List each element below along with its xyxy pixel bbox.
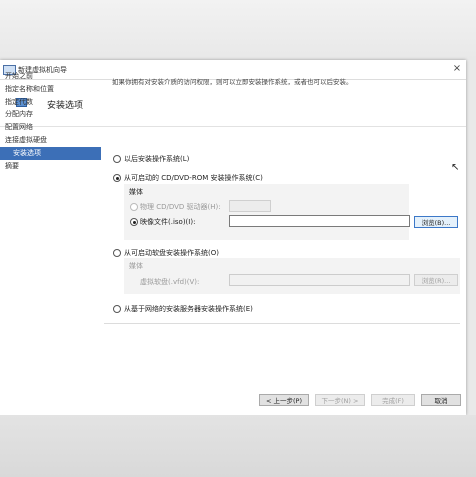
nav-item-summary[interactable]: 摘要	[0, 160, 101, 173]
image-file-label: 映像文件(.iso)(I):	[140, 218, 196, 226]
previous-button[interactable]: < 上一步(P)	[259, 394, 309, 406]
cancel-button[interactable]: 取消	[421, 394, 461, 406]
close-button[interactable]: ×	[450, 63, 464, 75]
cd-media-label: 媒体	[129, 188, 143, 196]
radio-physical-drive[interactable]	[130, 203, 138, 211]
next-button[interactable]: 下一步(N) >	[315, 394, 365, 406]
radio-image-file[interactable]	[130, 218, 138, 226]
mouse-cursor-icon: ↖	[451, 162, 460, 173]
nav-item-generation[interactable]: 指定代数	[0, 96, 101, 109]
nav-item-virtual-disk[interactable]: 连接虚拟硬盘	[0, 134, 101, 147]
radio-install-network[interactable]	[113, 305, 121, 313]
radio-install-cd[interactable]	[113, 174, 121, 182]
browse-iso-button[interactable]: 浏览(B)...	[414, 216, 458, 228]
vfd-input[interactable]	[229, 274, 410, 286]
radio-install-later[interactable]	[113, 155, 121, 163]
radio-install-floppy[interactable]	[113, 249, 121, 257]
browse-vfd-button[interactable]: 浏览(R)...	[414, 274, 458, 286]
wizard-nav: 开始之前 指定名称和位置 指定代数 分配内存 配置网络 连接虚拟硬盘 安装选项 …	[0, 70, 101, 172]
physical-drive-label: 物理 CD/DVD 驱动器(H):	[140, 203, 221, 211]
nav-item-memory[interactable]: 分配内存	[0, 108, 101, 121]
intro-text: 如果你拥有对安装介质的访问权限，则可以立即安装操作系统，或者也可以后安装。	[112, 78, 353, 86]
option-install-cd-label[interactable]: 从可启动的 CD/DVD-ROM 安装操作系统(C)	[124, 173, 263, 183]
nav-item-before-you-begin[interactable]: 开始之前	[0, 70, 101, 83]
option-install-later-label[interactable]: 以后安装操作系统(L)	[124, 154, 189, 164]
physical-drive-select[interactable]	[229, 200, 271, 212]
floppy-media-label: 媒体	[129, 262, 143, 270]
vfd-label: 虚拟软盘(.vfd)(V):	[140, 278, 200, 286]
background-top	[0, 0, 476, 60]
floppy-media-group: 媒体 虚拟软盘(.vfd)(V): 浏览(R)...	[124, 258, 460, 294]
finish-button[interactable]: 完成(F)	[371, 394, 415, 406]
footer-divider	[104, 323, 460, 324]
cd-media-group: 媒体 物理 CD/DVD 驱动器(H): 映像文件(.iso)(I):	[124, 184, 410, 240]
image-file-input[interactable]	[229, 215, 410, 227]
option-install-floppy-label[interactable]: 从可启动软盘安装操作系统(O)	[124, 248, 219, 258]
nav-item-network[interactable]: 配置网络	[0, 121, 101, 134]
option-install-network-label[interactable]: 从基于网络的安装服务器安装操作系统(E)	[124, 304, 253, 314]
nav-item-name-location[interactable]: 指定名称和位置	[0, 83, 101, 96]
nav-item-install-options[interactable]: 安装选项	[0, 146, 101, 160]
background-bottom	[0, 415, 476, 477]
